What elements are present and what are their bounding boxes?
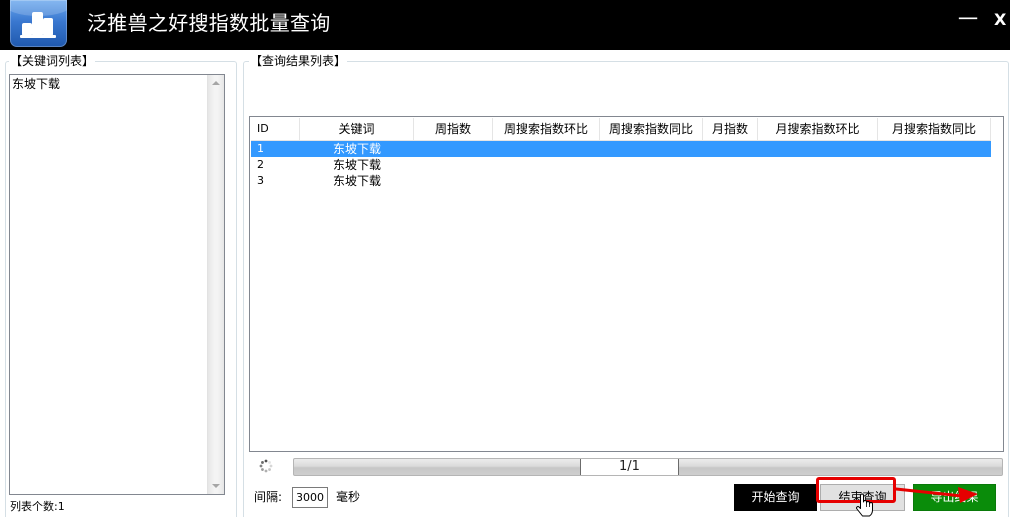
hand-cursor-icon — [856, 493, 873, 517]
list-item[interactable]: 东坡下载 — [12, 76, 60, 92]
cell-week-yoy — [600, 141, 703, 157]
start-query-button[interactable]: 开始查询 — [734, 484, 817, 511]
column-header-keyword[interactable]: 关键词 — [300, 118, 414, 140]
cell-week-mom — [493, 141, 600, 157]
arrow-right-icon — [894, 487, 978, 503]
column-header-month-mom[interactable]: 月搜索指数环比 — [758, 118, 878, 140]
keyword-list-label: 【关键词列表】 — [9, 54, 96, 68]
cell-month-index — [703, 157, 758, 173]
column-header-month-yoy[interactable]: 月搜索指数同比 — [878, 118, 991, 140]
keyword-listbox[interactable]: 东坡下载 — [9, 74, 225, 495]
spinner-icon — [259, 459, 273, 473]
cell-id: 3 — [257, 174, 264, 187]
interval-label: 间隔: — [254, 490, 283, 504]
cell-week-mom — [493, 157, 600, 173]
interval-input[interactable] — [292, 487, 328, 508]
table-header: ID 关键词 周指数 周搜索指数环比 周搜索指数同比 月指数 月搜索指数环比 月… — [251, 118, 991, 141]
cell-month-yoy — [878, 157, 991, 173]
progress-text: 1/1 — [580, 459, 679, 475]
minimize-button[interactable]: 一 — [958, 6, 978, 32]
column-header-id[interactable]: ID — [251, 118, 300, 140]
cell-keyword: 东坡下载 — [332, 158, 381, 172]
scroll-up-button[interactable] — [208, 75, 224, 92]
cell-id: 2 — [257, 158, 264, 171]
bar-chart-icon — [10, 0, 67, 47]
cell-month-yoy — [878, 173, 991, 189]
cell-month-mom — [758, 141, 878, 157]
table-row[interactable]: 1 东坡下载 — [251, 141, 991, 157]
cell-week-index — [414, 173, 493, 189]
cell-keyword: 东坡下载 — [332, 142, 381, 156]
vertical-scrollbar[interactable] — [207, 75, 224, 494]
cell-week-yoy — [600, 173, 703, 189]
results-label: 【查询结果列表】 — [249, 54, 348, 68]
cell-month-mom — [758, 173, 878, 189]
cell-week-index — [414, 141, 493, 157]
cell-keyword: 东坡下载 — [332, 174, 381, 188]
cell-week-index — [414, 157, 493, 173]
column-header-week-index[interactable]: 周指数 — [414, 118, 493, 140]
scroll-down-button[interactable] — [208, 477, 224, 494]
cell-month-index — [703, 173, 758, 189]
cell-month-yoy — [878, 141, 991, 157]
close-button[interactable]: X — [994, 9, 1006, 31]
list-count: 列表个数:1 — [10, 500, 65, 513]
cell-id: 1 — [257, 142, 264, 155]
column-header-week-mom[interactable]: 周搜索指数环比 — [493, 118, 600, 140]
cell-week-mom — [493, 173, 600, 189]
window-title: 泛推兽之好搜指数批量查询 — [87, 11, 331, 35]
table-row[interactable]: 2 东坡下载 — [251, 157, 991, 173]
progress-bar: 1/1 — [293, 458, 1003, 476]
table-row[interactable]: 3 东坡下载 — [251, 173, 991, 189]
app-window: 泛推兽之好搜指数批量查询 一 X 【关键词列表】 东坡下载 列表个数:1 【查询… — [0, 0, 1010, 517]
chevron-down-icon — [212, 484, 220, 488]
cell-month-mom — [758, 157, 878, 173]
cell-week-yoy — [600, 157, 703, 173]
title-bar: 泛推兽之好搜指数批量查询 一 X — [0, 0, 1010, 50]
cell-month-index — [703, 141, 758, 157]
chevron-up-icon — [212, 81, 220, 85]
results-table[interactable]: ID 关键词 周指数 周搜索指数环比 周搜索指数同比 月指数 月搜索指数环比 月… — [249, 116, 1004, 452]
interval-unit: 毫秒 — [336, 490, 361, 504]
column-header-week-yoy[interactable]: 周搜索指数同比 — [600, 118, 703, 140]
column-header-month-index[interactable]: 月指数 — [703, 118, 758, 140]
